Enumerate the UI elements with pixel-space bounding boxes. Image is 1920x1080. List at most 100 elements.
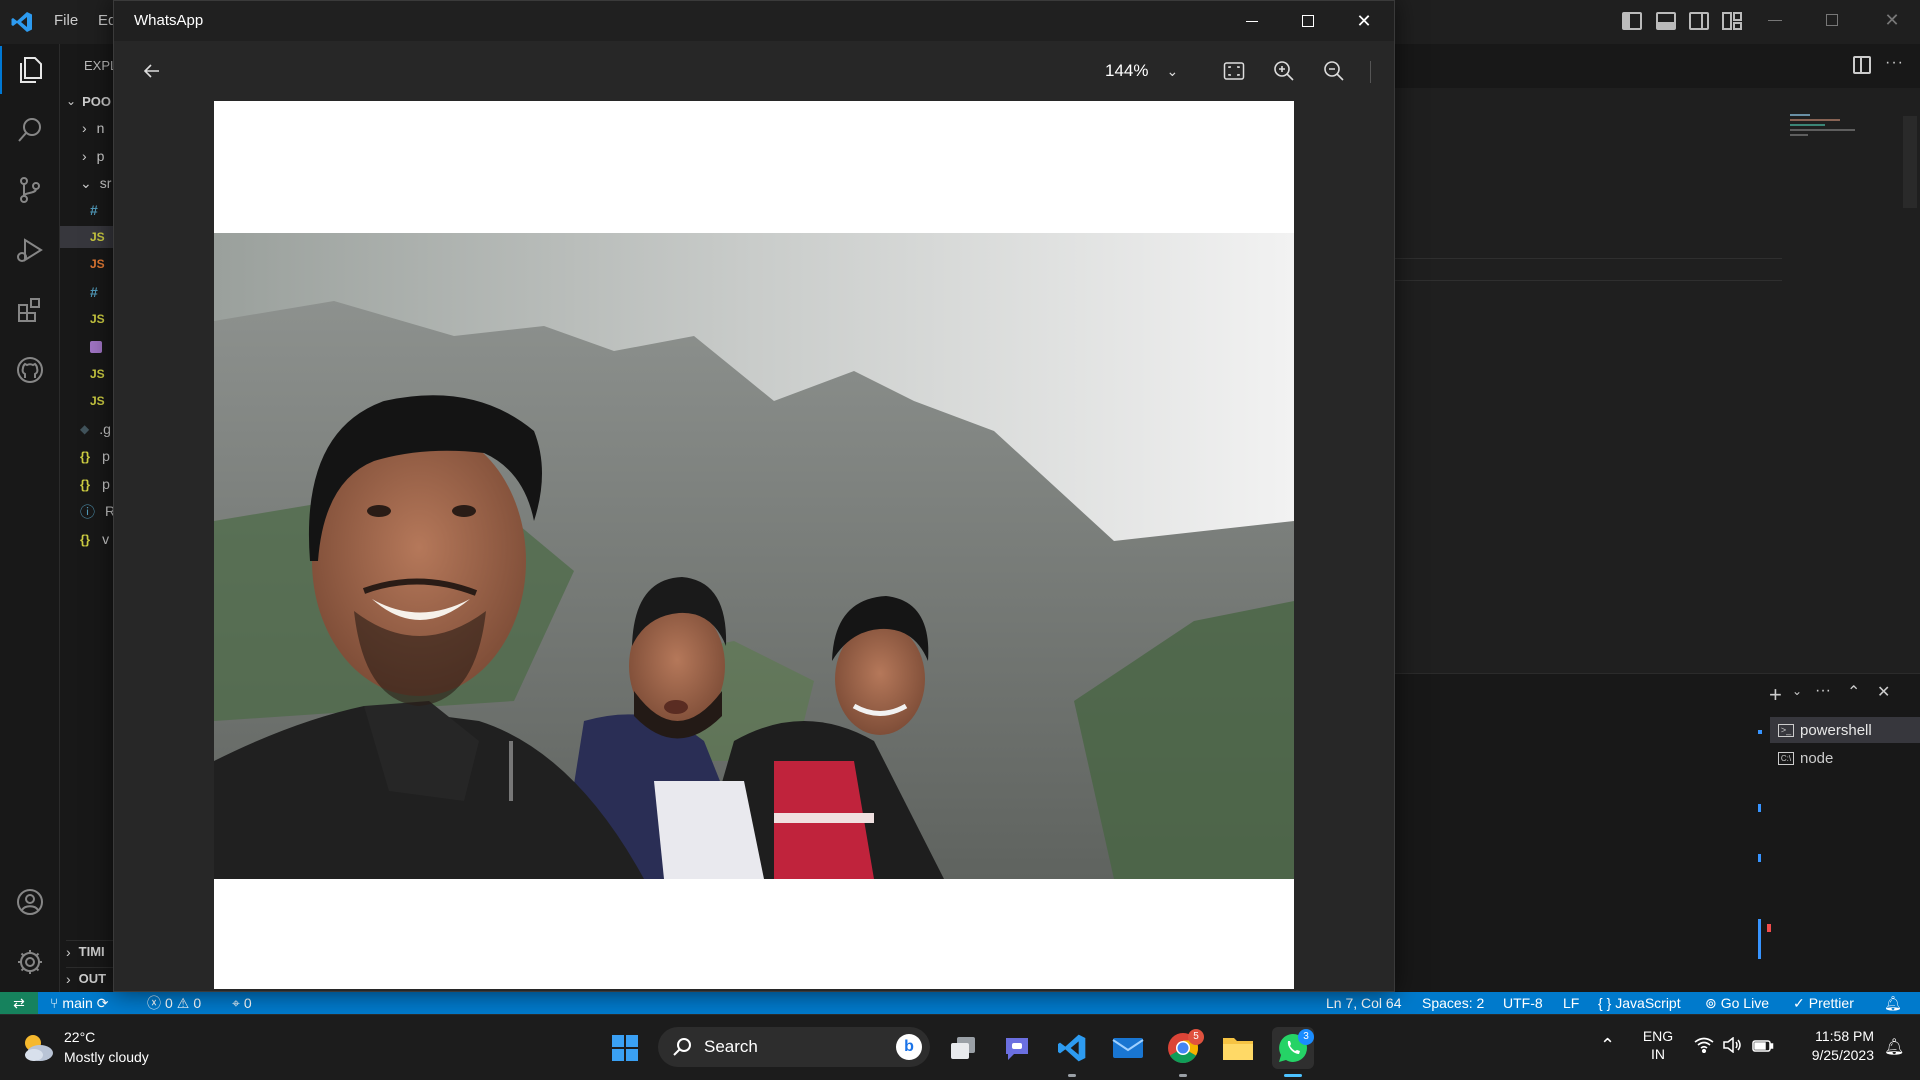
encoding-status[interactable]: UTF-8: [1503, 992, 1543, 1014]
vscode-taskbar-button[interactable]: [1051, 1027, 1093, 1077]
ports-count: 0: [243, 995, 252, 1011]
activity-bar: [0, 44, 60, 992]
file-row[interactable]: #: [90, 199, 98, 221]
github-icon[interactable]: [12, 352, 48, 388]
cursor-position[interactable]: Ln 7, Col 64: [1326, 992, 1402, 1014]
zoom-in-button[interactable]: [1264, 51, 1304, 91]
eol-status[interactable]: LF: [1563, 992, 1579, 1014]
file-explorer-button[interactable]: [1217, 1027, 1259, 1069]
file-row[interactable]: [90, 336, 102, 358]
task-view-button[interactable]: [942, 1027, 984, 1069]
go-live-status[interactable]: ⊚ Go Live: [1705, 992, 1769, 1014]
toggle-primary-sidebar-icon[interactable]: [1622, 12, 1642, 30]
vscode-restore-icon[interactable]: [1826, 14, 1838, 26]
split-editor-icon[interactable]: [1853, 56, 1871, 74]
folder-row[interactable]: › n: [82, 117, 104, 139]
customize-layout-icon[interactable]: [1722, 12, 1742, 30]
js-file-icon: JS: [90, 394, 105, 408]
file-row[interactable]: ◆ .g: [80, 418, 111, 440]
editor-scrollbar[interactable]: [1903, 116, 1917, 208]
maximize-button[interactable]: [1280, 1, 1336, 41]
radio-tower-icon: ⌖: [232, 994, 240, 1011]
root-folder-row[interactable]: ⌄ POO: [66, 90, 111, 112]
folder-row[interactable]: ⌄ sr: [80, 172, 111, 194]
close-button[interactable]: ✕: [1336, 1, 1392, 41]
more-actions-icon[interactable]: ···: [1885, 54, 1904, 72]
start-button[interactable]: [604, 1027, 646, 1069]
terminal-tab-label: powershell: [1800, 721, 1872, 739]
file-row[interactable]: JS: [90, 363, 105, 385]
maximize-panel-icon[interactable]: ⌃: [1847, 682, 1860, 702]
new-terminal-icon[interactable]: +: [1769, 682, 1782, 708]
search-icon[interactable]: [12, 112, 48, 148]
zoom-out-button[interactable]: [1314, 51, 1354, 91]
problems-status[interactable]: ⓧ 0 ⚠ 0: [147, 992, 201, 1014]
weather-widget[interactable]: 22°C Mostly cloudy: [14, 1025, 174, 1071]
error-icon: ⓧ: [147, 995, 161, 1011]
wifi-icon[interactable]: [1694, 1037, 1714, 1058]
taskbar-search-box[interactable]: Search b: [658, 1027, 930, 1067]
volume-icon[interactable]: [1722, 1036, 1742, 1058]
zoom-dropdown[interactable]: 144% ⌄: [1105, 51, 1178, 91]
teams-chat-button[interactable]: [996, 1027, 1038, 1069]
chevron-down-icon[interactable]: ⌄: [1792, 684, 1802, 698]
notifications-bell-icon[interactable]: 🔔︎: [1884, 992, 1902, 1014]
ports-status[interactable]: ⌖ 0: [232, 992, 252, 1014]
whatsapp-notification-badge: 3: [1298, 1029, 1314, 1045]
chrome-button[interactable]: 5: [1162, 1027, 1204, 1077]
battery-icon[interactable]: [1752, 1037, 1774, 1058]
fit-to-screen-button[interactable]: [1214, 51, 1254, 91]
warning-icon: ⚠: [176, 994, 190, 1011]
accounts-icon[interactable]: [12, 884, 48, 920]
prettier-status[interactable]: ✓ Prettier: [1793, 992, 1854, 1014]
bing-icon[interactable]: b: [896, 1034, 922, 1060]
language-status[interactable]: { } JavaScript: [1598, 992, 1681, 1014]
terminal-icon: >_: [1778, 723, 1794, 737]
terminal-tab-node[interactable]: C:\ node: [1770, 745, 1920, 771]
remote-indicator-icon[interactable]: ⇄: [0, 992, 38, 1014]
close-panel-icon[interactable]: ✕: [1877, 682, 1890, 702]
file-row[interactable]: {} p: [80, 445, 110, 467]
explorer-icon[interactable]: [12, 52, 48, 88]
more-actions-icon[interactable]: ···: [1815, 682, 1831, 700]
media-image[interactable]: [214, 101, 1294, 989]
notification-center-icon[interactable]: 🔔︎: [1884, 1037, 1904, 1057]
vscode-close-icon[interactable]: ✕: [1882, 10, 1902, 30]
file-row[interactable]: ⓘ R: [80, 500, 115, 522]
file-row[interactable]: #: [90, 281, 98, 303]
warning-count: 0: [193, 995, 202, 1011]
branch-status[interactable]: ⑂ main ⟳: [50, 992, 109, 1014]
extensions-icon[interactable]: [12, 292, 48, 328]
source-control-icon[interactable]: [12, 172, 48, 208]
toggle-panel-icon[interactable]: [1656, 12, 1676, 30]
file-row-selected[interactable]: JS: [60, 226, 120, 248]
file-row[interactable]: JS: [90, 308, 105, 330]
whatsapp-taskbar-button[interactable]: 3: [1272, 1027, 1314, 1077]
folder-row[interactable]: › p: [82, 145, 104, 167]
file-row[interactable]: {} p: [80, 473, 110, 495]
git-branch-icon: ⑂: [50, 995, 59, 1011]
toggle-secondary-sidebar-icon[interactable]: [1689, 12, 1709, 30]
minimap[interactable]: [1790, 114, 1860, 144]
folder-label: sr: [99, 175, 112, 191]
file-row[interactable]: JS: [90, 253, 105, 275]
show-hidden-icons-chevron-icon[interactable]: ⌃: [1600, 1035, 1615, 1056]
mail-button[interactable]: [1107, 1027, 1149, 1069]
system-clock[interactable]: 11:58 PM 9/25/2023: [1790, 1027, 1874, 1065]
back-button[interactable]: [132, 51, 172, 91]
minimize-button[interactable]: [1224, 1, 1280, 41]
editor-area[interactable]: [1395, 88, 1920, 673]
input-language-indicator[interactable]: ENG IN: [1640, 1027, 1676, 1063]
go-live-label: Go Live: [1720, 995, 1769, 1011]
vscode-minimize-icon[interactable]: [1768, 20, 1782, 21]
menu-file[interactable]: File: [54, 12, 78, 29]
file-row[interactable]: {} v: [80, 528, 109, 550]
file-label: .g: [99, 421, 111, 437]
indentation-status[interactable]: Spaces: 2: [1422, 992, 1484, 1014]
file-row[interactable]: JS: [90, 390, 105, 412]
chevron-down-icon: ⌄: [80, 174, 92, 191]
settings-gear-icon[interactable]: [12, 944, 48, 980]
terminal-scroll-marker: [1758, 919, 1761, 959]
run-debug-icon[interactable]: [12, 232, 48, 268]
terminal-tab-powershell[interactable]: >_ powershell: [1770, 717, 1920, 743]
